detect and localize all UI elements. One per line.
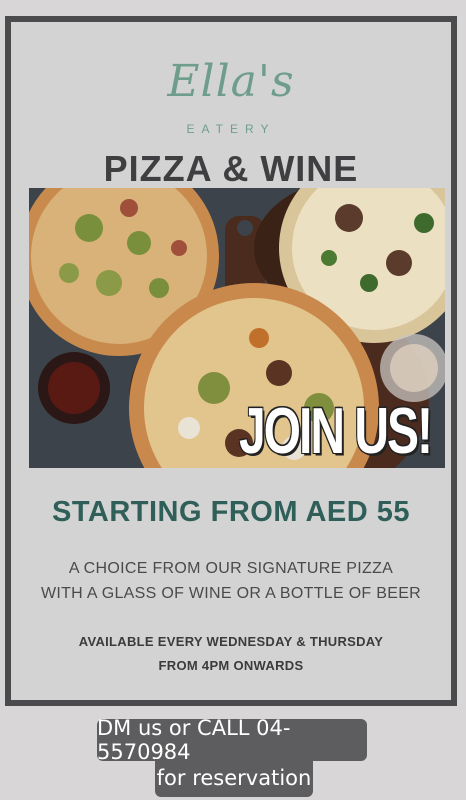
cta-reservation-label: for reservation xyxy=(155,759,313,797)
brand-subtitle: EATERY xyxy=(186,122,276,136)
join-us-text: JOIN US! xyxy=(238,396,433,468)
pizza-photo: JOIN US! xyxy=(29,188,445,468)
cta-call-label: DM us or CALL 04-5570984 xyxy=(97,716,367,764)
description-line-1: A CHOICE FROM OUR SIGNATURE PIZZA xyxy=(68,560,394,577)
headline: PIZZA & WINE xyxy=(103,148,359,189)
price-headline: STARTING FROM AED 55 xyxy=(51,496,410,528)
availability-line-2: FROM 4PM ONWARDS xyxy=(158,658,304,673)
availability: AVAILABLE EVERY WEDNESDAY & THURSDAY FRO… xyxy=(11,630,451,678)
availability-line-1: AVAILABLE EVERY WEDNESDAY & THURSDAY xyxy=(78,634,384,649)
brand-logo: Ella's xyxy=(167,56,295,107)
description-line-2: WITH A GLASS OF WINE OR A BOTTLE OF BEER xyxy=(40,585,422,602)
offer-description: A CHOICE FROM OUR SIGNATURE PIZZA WITH A… xyxy=(11,556,451,606)
poster-frame: Ella's EATERY PIZZA & WINE JOIN US! STAR… xyxy=(5,16,457,706)
